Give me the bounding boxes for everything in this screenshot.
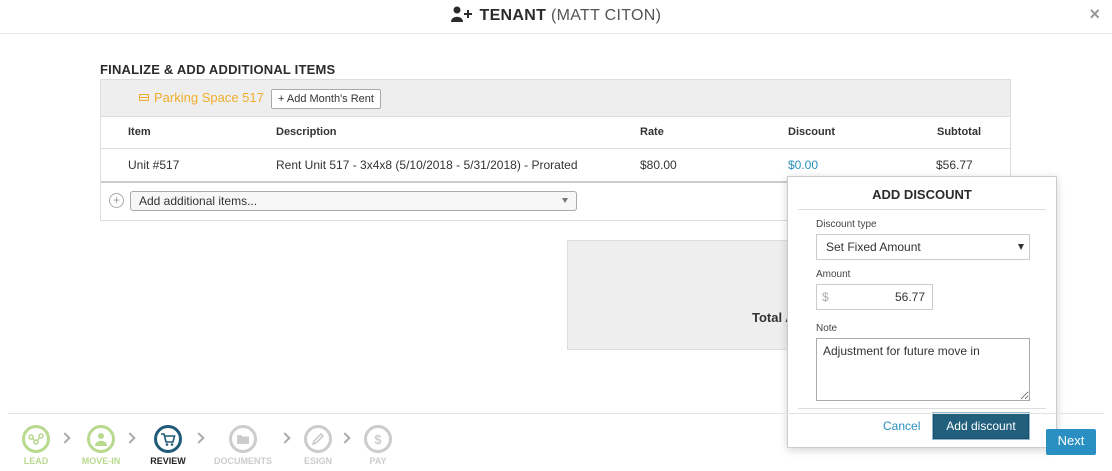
- chevron-right-icon: [59, 432, 71, 444]
- column-header-discount: Discount: [788, 126, 836, 138]
- cell-discount-link[interactable]: $0.00: [788, 158, 818, 172]
- popover-divider: [798, 209, 1046, 210]
- note-textarea[interactable]: Adjustment for future move in: [816, 338, 1030, 401]
- parking-space-link[interactable]: Parking Space 517: [139, 90, 264, 105]
- dropdown-arrow-icon: [1018, 244, 1024, 250]
- modal-title: TENANT (MATT CITON): [0, 6, 1112, 27]
- step-label: REVIEW: [150, 456, 186, 466]
- chevron-right-icon: [339, 432, 351, 444]
- chevron-right-icon: [279, 432, 291, 444]
- add-user-icon: [450, 6, 473, 27]
- cancel-link[interactable]: Cancel: [883, 419, 920, 433]
- step-label: PAY: [369, 456, 387, 466]
- discount-type-value: Set Fixed Amount: [826, 240, 921, 254]
- step-label: MOVE-IN: [81, 456, 121, 466]
- amount-input[interactable]: $ 56.77: [816, 284, 933, 310]
- add-additional-items-select[interactable]: Add additional items...: [130, 191, 577, 211]
- add-item-plus-icon[interactable]: +: [109, 193, 124, 208]
- column-header-item: Item: [128, 126, 151, 138]
- step-documents[interactable]: DOCUMENTS: [212, 425, 274, 466]
- items-topbar: Parking Space 517 + Add Month's Rent: [101, 80, 1010, 117]
- parking-card-icon: [139, 94, 149, 101]
- cart-icon: [154, 425, 182, 453]
- step-label: ESIGN: [303, 456, 332, 466]
- add-discount-button[interactable]: Add discount: [933, 413, 1029, 439]
- pen-icon: [304, 425, 332, 453]
- step-esign[interactable]: ESIGN: [302, 425, 334, 466]
- column-header-subtotal: Subtotal: [937, 126, 981, 138]
- cell-description: Rent Unit 517 - 3x4x8 (5/10/2018 - 5/31/…: [276, 158, 578, 172]
- row-divider: [101, 148, 1010, 149]
- amount-label: Amount: [816, 269, 851, 280]
- parking-space-label: Parking Space 517: [154, 90, 264, 105]
- step-review[interactable]: REVIEW: [146, 425, 190, 466]
- step-pay[interactable]: $ PAY: [362, 425, 394, 466]
- footer-divider: [8, 413, 1104, 414]
- step-lead[interactable]: LEAD: [21, 425, 51, 466]
- add-items-placeholder: Add additional items...: [139, 194, 258, 208]
- lead-icon: [22, 425, 50, 453]
- modal-header: TENANT (MATT CITON) ×: [0, 0, 1112, 34]
- close-icon[interactable]: ×: [1089, 4, 1100, 25]
- add-months-rent-button[interactable]: + Add Month's Rent: [271, 89, 381, 109]
- popover-divider: [798, 408, 1046, 409]
- step-label: LEAD: [23, 456, 49, 466]
- note-label: Note: [816, 323, 838, 334]
- discount-type-label: Discount type: [816, 219, 877, 230]
- next-button[interactable]: Next: [1046, 429, 1096, 455]
- step-move-in[interactable]: MOVE-IN: [78, 425, 124, 466]
- cell-rate: $80.00: [640, 158, 677, 172]
- column-header-description: Description: [276, 126, 337, 138]
- cell-subtotal: $56.77: [936, 158, 973, 172]
- person-icon: [87, 425, 115, 453]
- amount-value: 56.77: [894, 290, 925, 304]
- discount-type-select[interactable]: Set Fixed Amount: [816, 234, 1030, 260]
- folder-icon: [229, 425, 257, 453]
- dollar-icon: $: [364, 425, 392, 453]
- currency-symbol: $: [822, 290, 829, 304]
- chevron-down-icon: [562, 198, 568, 203]
- section-title: FINALIZE & ADD ADDITIONAL ITEMS: [100, 62, 336, 77]
- tenant-name: (MATT CITON): [550, 7, 662, 24]
- chevron-right-icon: [124, 432, 136, 444]
- cell-item: Unit #517: [128, 158, 180, 172]
- modal-title-text: TENANT: [479, 7, 547, 24]
- step-label: DOCUMENTS: [214, 456, 272, 466]
- add-discount-popover: ADD DISCOUNT Discount type Set Fixed Amo…: [787, 176, 1057, 448]
- svg-text:$: $: [374, 432, 382, 447]
- popover-title: ADD DISCOUNT: [872, 187, 972, 202]
- chevron-right-icon: [193, 432, 205, 444]
- column-header-rate: Rate: [640, 126, 664, 138]
